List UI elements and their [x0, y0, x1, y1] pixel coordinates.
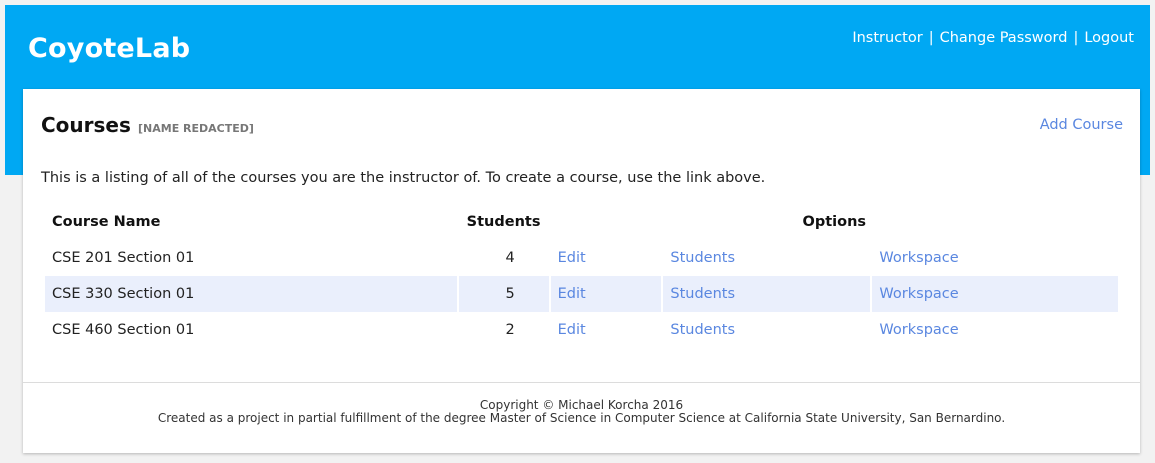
edit-link[interactable]: Edit [558, 322, 586, 338]
workspace-link[interactable]: Workspace [879, 250, 958, 266]
students-link[interactable]: Students [670, 250, 735, 266]
option-cell: Workspace [872, 312, 1118, 348]
table-header-row: Course Name Students Options [45, 204, 1118, 240]
workspace-link[interactable]: Workspace [879, 322, 958, 338]
workspace-link[interactable]: Workspace [879, 286, 958, 302]
nav-change-password-link[interactable]: Change Password [940, 30, 1068, 46]
option-cell: Workspace [872, 276, 1118, 312]
option-cell: Students [663, 276, 871, 312]
page-title: Courses [41, 113, 131, 137]
courses-table: Course Name Students Options CSE 201 Sec… [43, 204, 1120, 348]
nav-separator: | [1073, 30, 1079, 46]
option-cell: Students [663, 240, 870, 276]
course-name: CSE 460 Section 01 [52, 322, 195, 338]
table-row: CSE 330 Section 01 5 Edit Students Works… [45, 276, 1118, 312]
add-course-link[interactable]: Add Course [1040, 117, 1123, 133]
students-link[interactable]: Students [670, 322, 735, 338]
option-cell: Workspace [872, 240, 1118, 276]
table-row: CSE 201 Section 01 4 Edit Students Works… [45, 240, 1118, 276]
column-header-options: Options [802, 214, 867, 230]
card-header: Courses [NAME REDACTED] Add Course [41, 113, 1123, 137]
option-cell: Edit [551, 240, 662, 276]
footer: Copyright © Michael Korcha 2016 Created … [23, 399, 1140, 425]
course-name: CSE 201 Section 01 [52, 250, 195, 266]
intro-text: This is a listing of all of the courses … [41, 170, 766, 186]
nav-separator: | [928, 30, 934, 46]
content-card: Courses [NAME REDACTED] Add Course This … [23, 89, 1140, 453]
footer-divider [23, 382, 1140, 383]
student-count: 2 [505, 322, 515, 338]
student-count: 4 [505, 250, 515, 266]
page-subtitle: [NAME REDACTED] [138, 122, 254, 135]
students-link[interactable]: Students [670, 286, 735, 302]
course-name: CSE 330 Section 01 [45, 276, 457, 312]
column-header-course-name: Course Name [52, 214, 161, 230]
brand-logo[interactable]: CoyoteLab [28, 33, 190, 64]
student-count: 5 [458, 276, 549, 312]
footer-note: Created as a project in partial fulfillm… [157, 411, 1006, 425]
edit-link[interactable]: Edit [558, 250, 586, 266]
column-header-students: Students [466, 214, 541, 230]
table-row: CSE 460 Section 01 2 Edit Students Works… [45, 312, 1118, 348]
nav-instructor-link[interactable]: Instructor [852, 30, 922, 46]
option-cell: Edit [550, 276, 662, 312]
nav-logout-link[interactable]: Logout [1084, 30, 1134, 46]
option-cell: Edit [551, 312, 662, 348]
top-nav: Instructor | Change Password | Logout [852, 30, 1134, 46]
edit-link[interactable]: Edit [558, 286, 586, 302]
option-cell: Students [663, 312, 870, 348]
